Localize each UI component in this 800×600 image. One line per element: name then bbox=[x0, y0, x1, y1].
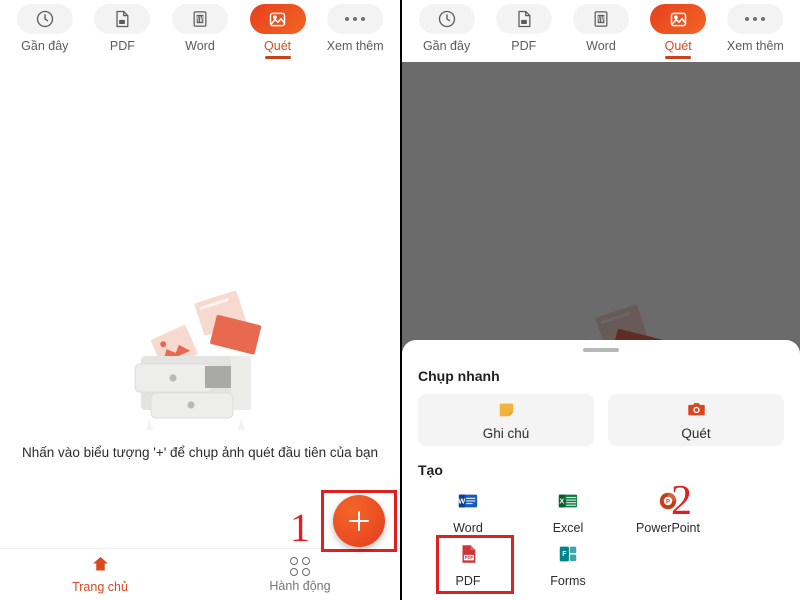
word-file-icon bbox=[572, 4, 629, 34]
nav-item-hanh-dong[interactable]: Hành động bbox=[200, 556, 400, 593]
right-phone-screen: Gần đây PDF Word Quét Xem thêm Chụp nhan… bbox=[400, 0, 800, 600]
create-excel-button[interactable]: X Excel bbox=[518, 484, 618, 537]
tab-word[interactable]: Word bbox=[165, 4, 235, 59]
annotation-number-1: 1 bbox=[290, 505, 310, 550]
top-toolbar-left: Gần đây PDF Word Quét Xem thêm bbox=[0, 0, 400, 62]
svg-text:P: P bbox=[666, 500, 670, 506]
tab-pdf[interactable]: PDF bbox=[87, 4, 157, 59]
create-pdf-button[interactable]: PDF PDF bbox=[418, 535, 518, 594]
create-word-button[interactable]: W Word bbox=[418, 484, 518, 537]
nav-label: Trang chủ bbox=[72, 580, 128, 594]
app-label: Word bbox=[453, 521, 483, 535]
tab-word[interactable]: Word bbox=[566, 4, 636, 59]
top-toolbar-right: Gần đây PDF Word Quét Xem thêm bbox=[402, 0, 800, 62]
tab-underline bbox=[264, 56, 291, 59]
excel-icon: X bbox=[557, 490, 579, 517]
tab-pdf[interactable]: PDF bbox=[489, 4, 559, 59]
tab-label: Quét bbox=[264, 39, 292, 53]
create-app-grid: W Word X Excel P PowerPoint PDF PDF F Fo… bbox=[418, 484, 784, 594]
tab-gan-day[interactable]: Gần đây bbox=[412, 4, 482, 59]
fab-highlight-box bbox=[321, 490, 397, 552]
pdf-file-icon bbox=[94, 4, 151, 34]
tab-label: Xem thêm bbox=[726, 39, 784, 53]
empty-state-message: Nhấn vào biểu tượng '+' để chụp ảnh quét… bbox=[22, 444, 378, 460]
tab-gan-day[interactable]: Gần đây bbox=[10, 4, 80, 59]
grid-actions-icon bbox=[289, 556, 311, 576]
tab-label: Gần đây bbox=[422, 39, 471, 53]
tab-quet[interactable]: Quét bbox=[243, 4, 313, 59]
clock-icon bbox=[16, 4, 73, 34]
word-icon: W bbox=[457, 490, 479, 517]
scan-image-icon bbox=[249, 4, 306, 34]
svg-text:W: W bbox=[458, 496, 465, 505]
plus-icon bbox=[349, 511, 369, 531]
tab-label: Word bbox=[185, 39, 215, 53]
word-file-icon bbox=[171, 4, 228, 34]
quick-scan-label: Quét bbox=[681, 425, 711, 441]
dresser-with-flying-papers-illustration bbox=[105, 271, 295, 431]
more-dots-icon bbox=[327, 4, 384, 34]
nav-label: Hành động bbox=[269, 578, 331, 593]
camera-icon bbox=[687, 400, 706, 424]
quick-note-label: Ghi chú bbox=[482, 425, 530, 441]
quick-scan-button[interactable]: Quét bbox=[608, 394, 784, 446]
nav-item-trang-chu[interactable]: Trang chủ bbox=[0, 555, 200, 594]
sticky-note-icon bbox=[497, 400, 516, 424]
app-label: PDF bbox=[455, 574, 481, 588]
home-icon bbox=[91, 555, 110, 577]
more-dots-icon bbox=[727, 4, 784, 34]
tab-underline bbox=[665, 56, 692, 59]
tab-xem-them[interactable]: Xem thêm bbox=[720, 4, 790, 59]
app-label: Excel bbox=[552, 521, 584, 535]
scan-image-icon bbox=[650, 4, 707, 34]
drag-handle[interactable] bbox=[583, 348, 619, 352]
svg-text:X: X bbox=[559, 496, 564, 505]
left-phone-screen: Gần đây PDF Word Quét Xem thêm Nhấn vào … bbox=[0, 0, 400, 600]
quick-capture-row: Ghi chú Quét bbox=[418, 394, 784, 446]
create-section: Tạo 2 W Word X Excel P PowerPoint PDF PD… bbox=[418, 462, 784, 594]
pdf-icon: PDF bbox=[457, 543, 479, 570]
tab-label: PDF bbox=[511, 39, 537, 53]
create-forms-button[interactable]: F Forms bbox=[518, 537, 618, 590]
svg-text:PDF: PDF bbox=[465, 555, 474, 560]
tab-quet[interactable]: Quét bbox=[643, 4, 713, 59]
screenshot-root: Gần đây PDF Word Quét Xem thêm Nhấn vào … bbox=[0, 0, 800, 600]
annotation-number-2: 2 bbox=[671, 478, 692, 524]
empty-state: Nhấn vào biểu tượng '+' để chụp ảnh quét… bbox=[0, 62, 400, 548]
tab-xem-them[interactable]: Xem thêm bbox=[320, 4, 390, 59]
bottom-nav-left: Trang chủ Hành động bbox=[0, 548, 400, 600]
tab-label: Word bbox=[586, 39, 616, 53]
create-powerpoint-button[interactable]: P PowerPoint bbox=[618, 484, 718, 537]
tab-label: Gần đây bbox=[21, 39, 69, 53]
tab-label: PDF bbox=[109, 39, 135, 53]
tab-label: Quét bbox=[664, 39, 692, 53]
forms-icon: F bbox=[557, 543, 579, 570]
add-scan-fab[interactable] bbox=[333, 495, 385, 547]
clock-icon bbox=[418, 4, 475, 34]
bottom-sheet: Chụp nhanh Ghi chú Quét Tạo 2 W Word X E… bbox=[402, 340, 800, 600]
quick-note-button[interactable]: Ghi chú bbox=[418, 394, 594, 446]
quick-capture-title: Chụp nhanh bbox=[418, 368, 500, 384]
pdf-file-icon bbox=[495, 4, 552, 34]
create-title: Tạo bbox=[418, 462, 443, 478]
tab-label: Xem thêm bbox=[326, 39, 384, 53]
svg-text:F: F bbox=[562, 551, 566, 558]
app-label: Forms bbox=[550, 574, 586, 588]
